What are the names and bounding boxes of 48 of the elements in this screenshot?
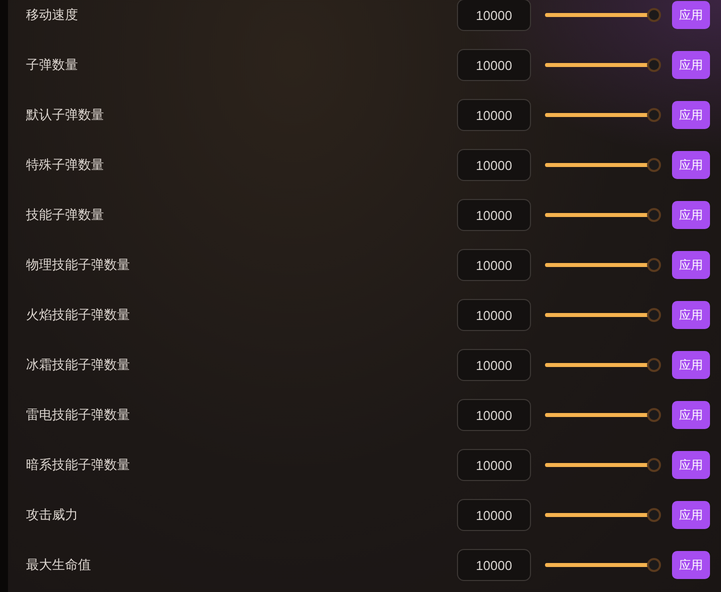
apply-button[interactable]: 应用: [672, 551, 710, 579]
value-field[interactable]: 10000: [457, 349, 531, 381]
value-field[interactable]: 10000: [457, 549, 531, 581]
slider[interactable]: [545, 58, 661, 72]
slider[interactable]: [545, 508, 661, 522]
apply-button[interactable]: 应用: [672, 251, 710, 279]
apply-button[interactable]: 应用: [672, 1, 710, 29]
setting-label: 暗系技能子弹数量: [26, 457, 131, 474]
apply-button[interactable]: 应用: [672, 451, 710, 479]
apply-button[interactable]: 应用: [672, 301, 710, 329]
slider[interactable]: [545, 308, 661, 322]
apply-button[interactable]: 应用: [672, 501, 710, 529]
value-field[interactable]: 10000: [457, 299, 531, 331]
slider[interactable]: [545, 258, 661, 272]
slider[interactable]: [545, 108, 661, 122]
slider[interactable]: [545, 408, 661, 422]
setting-label: 子弹数量: [26, 57, 79, 74]
slider[interactable]: [545, 158, 661, 172]
setting-label: 特殊子弹数量: [26, 157, 105, 174]
slider[interactable]: [545, 8, 661, 22]
apply-button[interactable]: 应用: [672, 151, 710, 179]
value-field[interactable]: 10000: [457, 249, 531, 281]
value-field[interactable]: 10000: [457, 99, 531, 131]
setting-label: 攻击威力: [26, 507, 79, 524]
value-field[interactable]: 10000: [457, 149, 531, 181]
value-field[interactable]: 10000: [457, 449, 531, 481]
apply-button[interactable]: 应用: [672, 351, 710, 379]
setting-label: 最大生命值: [26, 557, 92, 574]
value-field[interactable]: 10000: [457, 399, 531, 431]
setting-label: 火焰技能子弹数量: [26, 307, 131, 324]
slider[interactable]: [545, 558, 661, 572]
slider[interactable]: [545, 358, 661, 372]
slider[interactable]: [545, 208, 661, 222]
setting-label: 移动速度: [26, 7, 79, 24]
apply-button[interactable]: 应用: [672, 51, 710, 79]
setting-label: 物理技能子弹数量: [26, 257, 131, 274]
value-field[interactable]: 10000: [457, 0, 531, 31]
apply-button[interactable]: 应用: [672, 201, 710, 229]
value-field[interactable]: 10000: [457, 499, 531, 531]
setting-label: 默认子弹数量: [26, 107, 105, 124]
slider[interactable]: [545, 458, 661, 472]
value-field[interactable]: 10000: [457, 199, 531, 231]
setting-label: 技能子弹数量: [26, 207, 105, 224]
apply-button[interactable]: 应用: [672, 401, 710, 429]
setting-label: 雷电技能子弹数量: [26, 407, 131, 424]
value-field[interactable]: 10000: [457, 49, 531, 81]
setting-label: 冰霜技能子弹数量: [26, 357, 131, 374]
apply-button[interactable]: 应用: [672, 101, 710, 129]
